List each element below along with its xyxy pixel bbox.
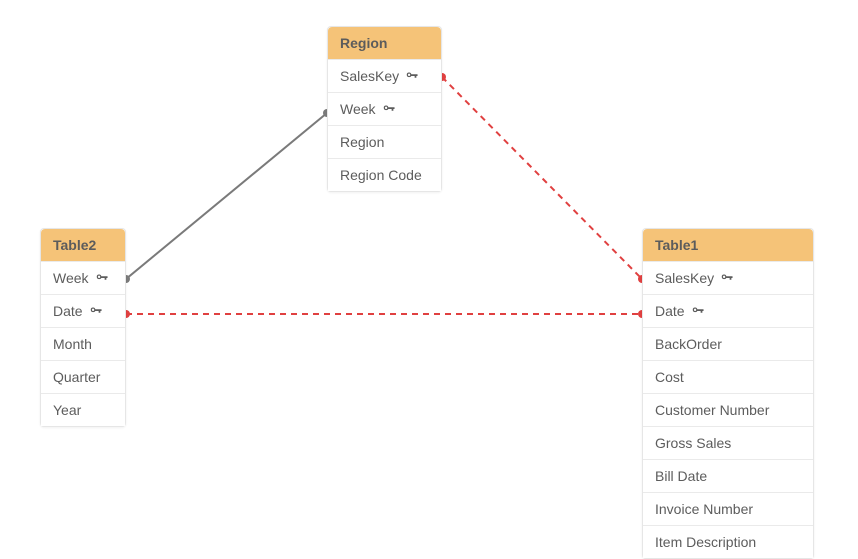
key-icon [382, 102, 396, 116]
table-table1[interactable]: Table1 SalesKey Date BackOrder Cost Cust… [642, 228, 814, 559]
field-row[interactable]: Cost [643, 360, 813, 393]
key-icon [89, 304, 103, 318]
field-name: SalesKey [340, 68, 399, 84]
field-row[interactable]: Month [41, 327, 125, 360]
field-row[interactable]: Customer Number [643, 393, 813, 426]
field-row[interactable]: Region Code [328, 158, 441, 191]
field-name: Date [655, 303, 685, 319]
field-name: Week [53, 270, 89, 286]
field-name: Date [53, 303, 83, 319]
field-name: Region [340, 134, 384, 150]
field-row[interactable]: SalesKey [328, 59, 441, 92]
field-name: Quarter [53, 369, 100, 385]
table-region[interactable]: Region SalesKey Week Region Region Code [327, 26, 442, 192]
field-name: Gross Sales [655, 435, 731, 451]
table-header[interactable]: Table1 [643, 229, 813, 261]
field-row[interactable]: Bill Date [643, 459, 813, 492]
table-header[interactable]: Table2 [41, 229, 125, 261]
field-name: Region Code [340, 167, 422, 183]
field-row[interactable]: Gross Sales [643, 426, 813, 459]
field-name: Item Description [655, 534, 756, 550]
field-name: Invoice Number [655, 501, 753, 517]
field-row[interactable]: BackOrder [643, 327, 813, 360]
table-table2[interactable]: Table2 Week Date Month Quarter Year [40, 228, 126, 427]
field-row[interactable]: Week [41, 261, 125, 294]
field-name: SalesKey [655, 270, 714, 286]
key-icon [691, 304, 705, 318]
field-row[interactable]: SalesKey [643, 261, 813, 294]
field-row[interactable]: Item Description [643, 525, 813, 558]
key-icon [95, 271, 109, 285]
key-icon [405, 69, 419, 83]
field-row[interactable]: Date [643, 294, 813, 327]
diagram-canvas: Region SalesKey Week Region Region Code … [0, 0, 858, 535]
field-row[interactable]: Invoice Number [643, 492, 813, 525]
field-row[interactable]: Date [41, 294, 125, 327]
field-name: Week [340, 101, 376, 117]
field-row[interactable]: Year [41, 393, 125, 426]
field-name: Cost [655, 369, 684, 385]
key-icon [720, 271, 734, 285]
field-row[interactable]: Region [328, 125, 441, 158]
field-name: Bill Date [655, 468, 707, 484]
field-name: Month [53, 336, 92, 352]
field-name: Year [53, 402, 81, 418]
table-header[interactable]: Region [328, 27, 441, 59]
field-name: Customer Number [655, 402, 769, 418]
field-row[interactable]: Week [328, 92, 441, 125]
field-name: BackOrder [655, 336, 722, 352]
field-row[interactable]: Quarter [41, 360, 125, 393]
